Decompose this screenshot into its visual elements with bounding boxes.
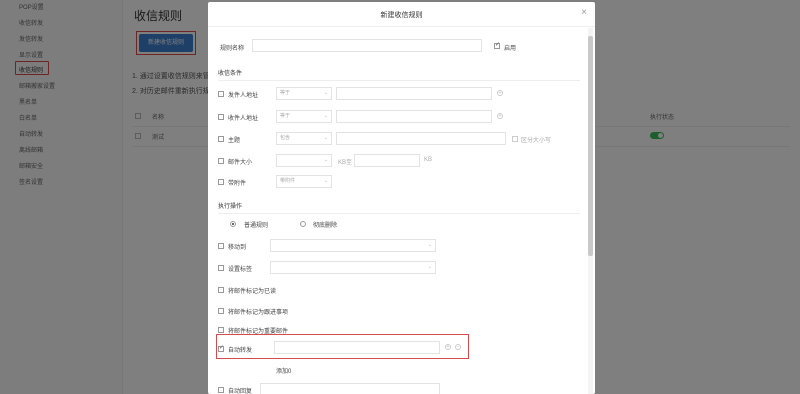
size-checkbox[interactable] xyxy=(218,158,224,164)
actions-divider xyxy=(218,213,580,214)
size-unit-end: KB xyxy=(424,157,433,163)
rule-name-input[interactable] xyxy=(252,39,482,52)
move-to-label: 移动到 xyxy=(228,245,247,251)
delete-rule-label: 彻底删除 xyxy=(313,223,338,229)
move-to-folder-select[interactable]: ⌄ xyxy=(270,239,436,252)
rule-name-label: 规则名称 xyxy=(220,46,245,52)
case-sensitive-checkbox[interactable] xyxy=(512,136,518,142)
add-condition-icon[interactable]: + xyxy=(497,90,503,96)
enable-checkbox[interactable] xyxy=(494,41,500,49)
mark-todo-label: 将邮件标记为跟进事项 xyxy=(228,310,289,316)
add-forward-address-icon[interactable]: + xyxy=(445,344,451,350)
set-tag-checkbox[interactable] xyxy=(218,265,224,271)
chevron-down-icon: ⌄ xyxy=(323,178,328,184)
subject-checkbox[interactable] xyxy=(218,136,224,142)
remove-forward-address-icon[interactable]: − xyxy=(455,344,461,350)
mark-read-checkbox[interactable] xyxy=(218,287,224,293)
chevron-down-icon: ⌄ xyxy=(427,242,432,248)
sender-checkbox[interactable] xyxy=(218,91,224,97)
dialog-scrollbar[interactable] xyxy=(588,28,593,394)
attachment-checkbox[interactable] xyxy=(218,179,224,185)
actions-title: 执行操作 xyxy=(218,204,243,210)
move-to-checkbox[interactable] xyxy=(218,243,224,249)
add-forward-link[interactable]: 添加0 xyxy=(276,366,291,375)
close-icon[interactable]: × xyxy=(581,7,587,18)
new-rule-dialog: 新建收信规则 × 规则名称 启用 收信条件 发件人地址 等于⌄ + 收件人地址 … xyxy=(208,2,595,394)
dialog-header: 新建收信规则 × xyxy=(208,2,595,27)
sender-value-input[interactable] xyxy=(336,87,492,100)
auto-forward-checkbox[interactable] xyxy=(218,344,224,352)
recipient-checkbox[interactable] xyxy=(218,114,224,120)
recipient-operator-value: 等于 xyxy=(280,113,291,119)
sender-label: 发件人地址 xyxy=(228,93,259,99)
mark-read-label: 将邮件标记为已读 xyxy=(228,289,277,295)
size-unit-mid: KB至 xyxy=(338,160,353,166)
attachment-select-value: 带附件 xyxy=(280,178,296,184)
attachment-select[interactable]: 带附件 ⌄ xyxy=(276,175,332,188)
subject-label: 主题 xyxy=(228,138,241,144)
delete-rule-radio[interactable] xyxy=(300,221,306,227)
size-max-input[interactable] xyxy=(354,154,420,167)
attachment-label: 带附件 xyxy=(228,181,247,187)
chevron-down-icon: ⌄ xyxy=(323,113,328,119)
auto-reply-label: 自动回复 xyxy=(228,389,253,394)
subject-operator-select[interactable]: 包含 ⌄ xyxy=(276,132,332,145)
add-count: 0 xyxy=(288,369,292,375)
mark-important-checkbox[interactable] xyxy=(218,327,224,333)
size-label: 邮件大小 xyxy=(228,160,253,166)
forward-address-input[interactable] xyxy=(274,341,440,354)
sender-operator-value: 等于 xyxy=(280,90,291,96)
subject-operator-value: 包含 xyxy=(280,135,291,141)
chevron-down-icon: ⌄ xyxy=(323,135,328,141)
mark-todo-checkbox[interactable] xyxy=(218,308,224,314)
normal-rule-label: 普通规则 xyxy=(244,223,269,229)
conditions-title: 收信条件 xyxy=(218,71,243,77)
conditions-divider xyxy=(218,80,580,81)
auto-reply-checkbox[interactable] xyxy=(218,387,224,393)
subject-value-input[interactable] xyxy=(336,132,506,145)
auto-forward-label: 自动转发 xyxy=(228,348,253,354)
add-condition-icon[interactable]: + xyxy=(497,113,503,119)
tag-select[interactable]: ⌄ xyxy=(270,261,436,274)
auto-reply-input[interactable] xyxy=(260,383,440,394)
case-sensitive-label: 区分大小写 xyxy=(521,138,552,144)
scrollbar-thumb[interactable] xyxy=(588,36,593,256)
enable-label: 启用 xyxy=(504,46,517,52)
add-link-text: 添加 xyxy=(276,369,289,375)
sender-operator-select[interactable]: 等于 ⌄ xyxy=(276,87,332,100)
chevron-down-icon: ⌄ xyxy=(323,90,328,96)
recipient-label: 收件人地址 xyxy=(228,116,259,122)
chevron-down-icon: ⌄ xyxy=(323,157,328,163)
set-tag-label: 设置标签 xyxy=(228,267,253,273)
chevron-down-icon: ⌄ xyxy=(427,264,432,270)
size-operator-select[interactable]: ⌄ xyxy=(276,154,332,167)
normal-rule-radio[interactable] xyxy=(230,221,236,227)
recipient-value-input[interactable] xyxy=(336,110,492,123)
dialog-title: 新建收信规则 xyxy=(380,12,423,19)
recipient-operator-select[interactable]: 等于 ⌄ xyxy=(276,110,332,123)
